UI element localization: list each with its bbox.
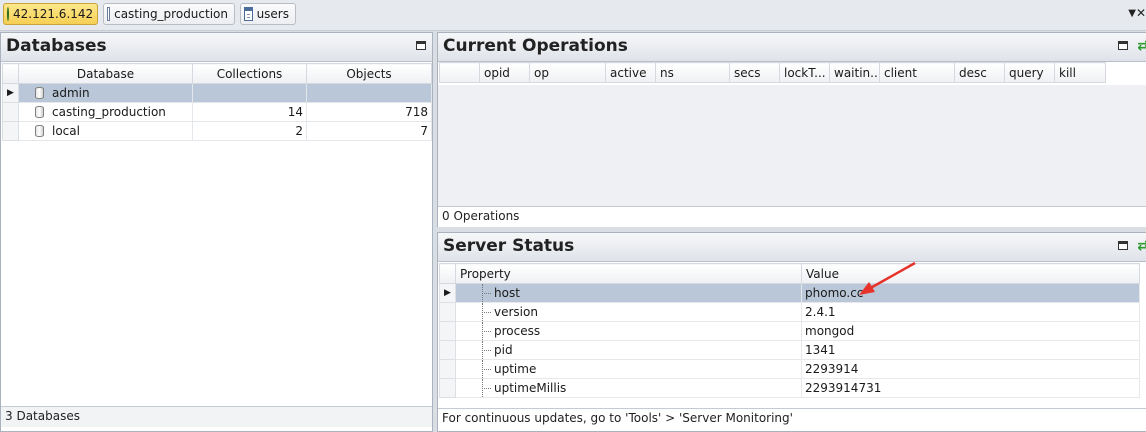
connection-tab-bar: 42.121.6.142 casting_production users ▼ … bbox=[0, 0, 1146, 31]
column-header-client[interactable]: client bbox=[879, 62, 955, 83]
operations-status-bar: 0 Operations bbox=[438, 206, 1146, 227]
server-globe-icon bbox=[7, 7, 9, 21]
property-name: uptimeMillis bbox=[455, 378, 802, 398]
column-header-opid[interactable]: opid bbox=[479, 62, 530, 83]
tab-database[interactable]: casting_production bbox=[103, 3, 235, 25]
table-row[interactable]: version 2.4.1 bbox=[439, 302, 1140, 322]
operations-empty-area bbox=[438, 85, 1146, 206]
table-row[interactable]: casting_production 14 718 bbox=[2, 102, 432, 122]
tab-collection[interactable]: users bbox=[240, 3, 296, 25]
refresh-icon[interactable]: ⇄ bbox=[1137, 238, 1146, 254]
database-name: admin bbox=[52, 86, 90, 100]
database-icon bbox=[35, 106, 44, 118]
column-header-database[interactable]: Database bbox=[18, 63, 193, 84]
property-value: 2.4.1 bbox=[801, 302, 1140, 322]
column-header-value[interactable]: Value bbox=[801, 263, 1140, 284]
server-status-panel-header: Server Status ⇄ bbox=[438, 233, 1146, 262]
collections-count: 2 bbox=[192, 121, 307, 141]
column-header-op[interactable]: op bbox=[529, 62, 606, 83]
table-row[interactable]: ▶ host phomo.cc bbox=[439, 283, 1140, 303]
column-header-active[interactable]: active bbox=[605, 62, 656, 83]
database-name: local bbox=[52, 124, 80, 138]
server-status-bar: For continuous updates, go to 'Tools' > … bbox=[438, 408, 1146, 429]
annotation-arrow-head bbox=[859, 282, 875, 295]
objects-count: 7 bbox=[306, 121, 432, 141]
property-value: 1341 bbox=[801, 340, 1140, 360]
column-header-objects[interactable]: Objects bbox=[306, 63, 432, 84]
current-operations-panel: Current Operations ⇄ opid op active ns s… bbox=[437, 32, 1146, 227]
property-value: mongod bbox=[801, 321, 1140, 341]
collections-count bbox=[192, 83, 307, 103]
column-header-kill[interactable]: kill bbox=[1054, 62, 1106, 83]
current-row-indicator-icon: ▶ bbox=[439, 283, 456, 303]
tab-list-dropdown-icon[interactable]: ▼ bbox=[1128, 8, 1136, 19]
column-header-property[interactable]: Property bbox=[455, 263, 802, 284]
database-document-icon bbox=[107, 7, 111, 21]
table-row[interactable]: process mongod bbox=[439, 321, 1140, 341]
databases-title: Databases bbox=[6, 36, 107, 56]
close-tab-icon[interactable]: ✕ bbox=[1136, 6, 1146, 20]
operations-panel-header: Current Operations ⇄ bbox=[438, 33, 1146, 62]
databases-panel-header: Databases bbox=[1, 33, 432, 62]
server-status-panel: Server Status ⇄ Property Value ▶ host ph… bbox=[437, 232, 1146, 432]
current-row-indicator-icon: ▶ bbox=[2, 83, 19, 103]
property-name: uptime bbox=[455, 359, 802, 379]
database-icon bbox=[35, 87, 44, 99]
row-header-corner bbox=[2, 63, 19, 84]
column-header-desc[interactable]: desc bbox=[954, 62, 1005, 83]
server-status-title: Server Status bbox=[443, 236, 575, 256]
objects-count: 718 bbox=[306, 102, 432, 122]
row-header-corner bbox=[439, 263, 456, 284]
row-header-corner bbox=[439, 62, 480, 83]
annotation-arrow-shaft bbox=[866, 261, 916, 292]
column-header-ns[interactable]: ns bbox=[655, 62, 730, 83]
property-name: process bbox=[455, 321, 802, 341]
maximize-icon[interactable] bbox=[416, 41, 426, 50]
database-name: casting_production bbox=[52, 105, 166, 119]
operations-title: Current Operations bbox=[443, 36, 628, 56]
property-value: 2293914731 bbox=[801, 378, 1140, 398]
databases-panel: Databases Database Collections Objects ▶… bbox=[0, 32, 433, 432]
operations-grid: opid op active ns secs lockT... waitin..… bbox=[439, 62, 1106, 83]
column-header-waiting[interactable]: waitin... bbox=[829, 62, 880, 83]
tab-database-label: casting_production bbox=[114, 7, 228, 21]
table-row[interactable]: ▶ admin bbox=[2, 83, 432, 103]
refresh-icon[interactable]: ⇄ bbox=[1137, 38, 1146, 54]
objects-count bbox=[306, 83, 432, 103]
databases-status-bar: 3 Databases bbox=[1, 406, 432, 427]
database-icon bbox=[35, 125, 44, 137]
tab-server[interactable]: 42.121.6.142 bbox=[3, 3, 98, 25]
tab-collection-label: users bbox=[256, 7, 289, 21]
maximize-icon[interactable] bbox=[1118, 41, 1128, 50]
collections-count: 14 bbox=[192, 102, 307, 122]
property-name: pid bbox=[455, 340, 802, 360]
collection-table-icon bbox=[244, 7, 253, 21]
column-header-locktype[interactable]: lockT... bbox=[779, 62, 830, 83]
column-header-query[interactable]: query bbox=[1004, 62, 1055, 83]
property-value: phomo.cc bbox=[801, 283, 1140, 303]
table-row[interactable]: uptimeMillis 2293914731 bbox=[439, 378, 1140, 398]
property-value: 2293914 bbox=[801, 359, 1140, 379]
server-status-grid: Property Value ▶ host phomo.cc version 2… bbox=[439, 263, 1140, 398]
property-name: version bbox=[455, 302, 802, 322]
column-header-collections[interactable]: Collections bbox=[192, 63, 307, 84]
column-header-secs[interactable]: secs bbox=[729, 62, 780, 83]
annotation-arrow-icon bbox=[859, 261, 916, 295]
table-row[interactable]: uptime 2293914 bbox=[439, 359, 1140, 379]
table-row[interactable]: pid 1341 bbox=[439, 340, 1140, 360]
table-row[interactable]: local 2 7 bbox=[2, 121, 432, 141]
property-name: host bbox=[455, 283, 802, 303]
tab-server-label: 42.121.6.142 bbox=[13, 7, 94, 21]
maximize-icon[interactable] bbox=[1118, 241, 1128, 250]
databases-grid: Database Collections Objects ▶ admin cas… bbox=[2, 63, 432, 141]
